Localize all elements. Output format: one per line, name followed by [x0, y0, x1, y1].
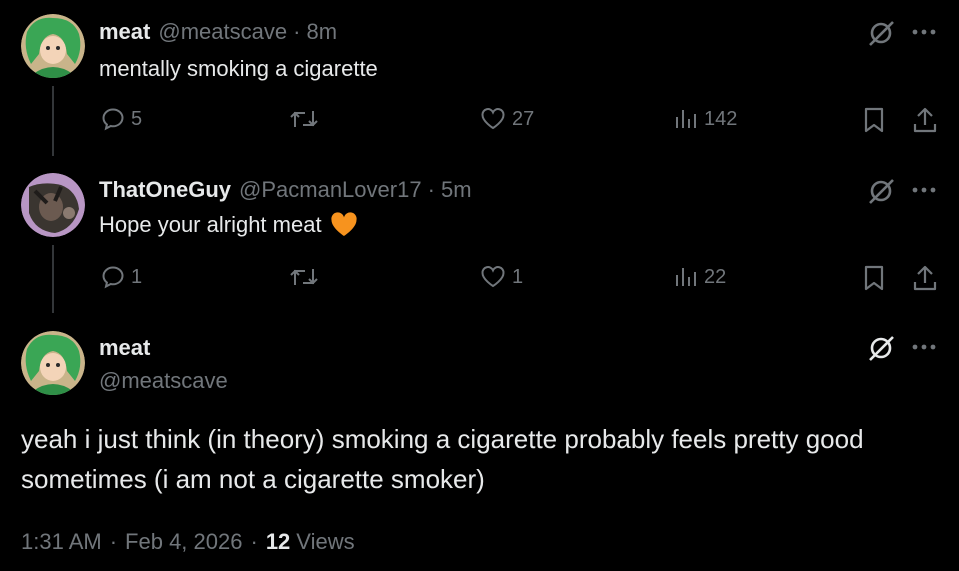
thread-line	[52, 86, 54, 156]
handle[interactable]: @meatscave	[99, 368, 228, 394]
display-name[interactable]: meat	[99, 335, 150, 361]
display-name[interactable]: ThatOneGuy	[99, 177, 231, 203]
retweet-icon	[288, 107, 320, 131]
more-icon[interactable]	[912, 185, 938, 195]
like-icon	[480, 265, 506, 289]
handle[interactable]: @PacmanLover17	[239, 177, 422, 203]
grok-slash-icon[interactable]	[866, 333, 896, 363]
tweet-meta: 1:31 AM · Feb 4, 2026 · 12 Views	[21, 529, 355, 555]
more-icon[interactable]	[912, 27, 938, 37]
reply-count: 5	[131, 107, 143, 130]
share-icon[interactable]	[912, 264, 938, 292]
timestamp[interactable]: · 8m	[293, 19, 337, 45]
retweet-button[interactable]	[288, 107, 320, 131]
bookmark-icon[interactable]	[862, 264, 886, 292]
avatar[interactable]	[21, 173, 85, 237]
reply-button[interactable]: 5	[101, 107, 142, 131]
reply-icon	[101, 265, 125, 289]
grok-slash-icon[interactable]	[866, 176, 896, 206]
tweet-text-row: Hope your alright meat	[99, 212, 358, 238]
reply-icon	[101, 107, 125, 131]
display-name[interactable]: meat	[99, 19, 150, 45]
views-icon	[674, 107, 698, 131]
retweet-button[interactable]	[288, 265, 320, 289]
thread-line	[52, 245, 54, 313]
bookmark-icon[interactable]	[862, 106, 886, 134]
views-label: Views	[296, 529, 355, 554]
timestamp[interactable]: · 5m	[428, 177, 472, 203]
like-button[interactable]: 1	[480, 265, 523, 289]
reply-count: 1	[131, 265, 143, 288]
views-count: 12	[265, 529, 291, 554]
avatar-image	[21, 331, 85, 395]
views-icon	[674, 265, 698, 289]
separator: ·	[250, 529, 258, 554]
avatar[interactable]	[21, 331, 85, 395]
avatar-image	[21, 14, 85, 78]
tweet-text: mentally smoking a cigarette	[99, 56, 378, 81]
retweet-icon	[288, 265, 320, 289]
views-count: 22	[704, 265, 727, 288]
tweet-header: meat @meatscave · 8m	[99, 18, 337, 46]
like-icon	[480, 107, 506, 131]
orange-heart-icon	[330, 212, 358, 238]
reply-button[interactable]: 1	[101, 265, 142, 289]
tweet-header: ThatOneGuy @PacmanLover17 · 5m	[99, 176, 472, 204]
like-count: 1	[512, 265, 524, 288]
grok-slash-icon[interactable]	[866, 18, 896, 48]
avatar[interactable]	[21, 14, 85, 78]
separator: ·	[109, 529, 118, 554]
like-button[interactable]: 27	[480, 107, 534, 131]
share-icon[interactable]	[912, 106, 938, 134]
more-icon[interactable]	[912, 342, 938, 352]
post-time[interactable]: 1:31 AM	[21, 529, 102, 555]
like-count: 27	[512, 107, 535, 130]
views-count: 142	[704, 107, 738, 130]
avatar-image	[21, 173, 85, 237]
views-button[interactable]: 22	[674, 265, 726, 289]
tweet-text: Hope your alright meat	[99, 212, 322, 237]
handle[interactable]: @meatscave	[158, 19, 287, 45]
post-date[interactable]: Feb 4, 2026	[125, 529, 242, 555]
views-button[interactable]: 142	[674, 107, 737, 131]
main-tweet-text: yeah i just think (in theory) smoking a …	[21, 424, 864, 494]
